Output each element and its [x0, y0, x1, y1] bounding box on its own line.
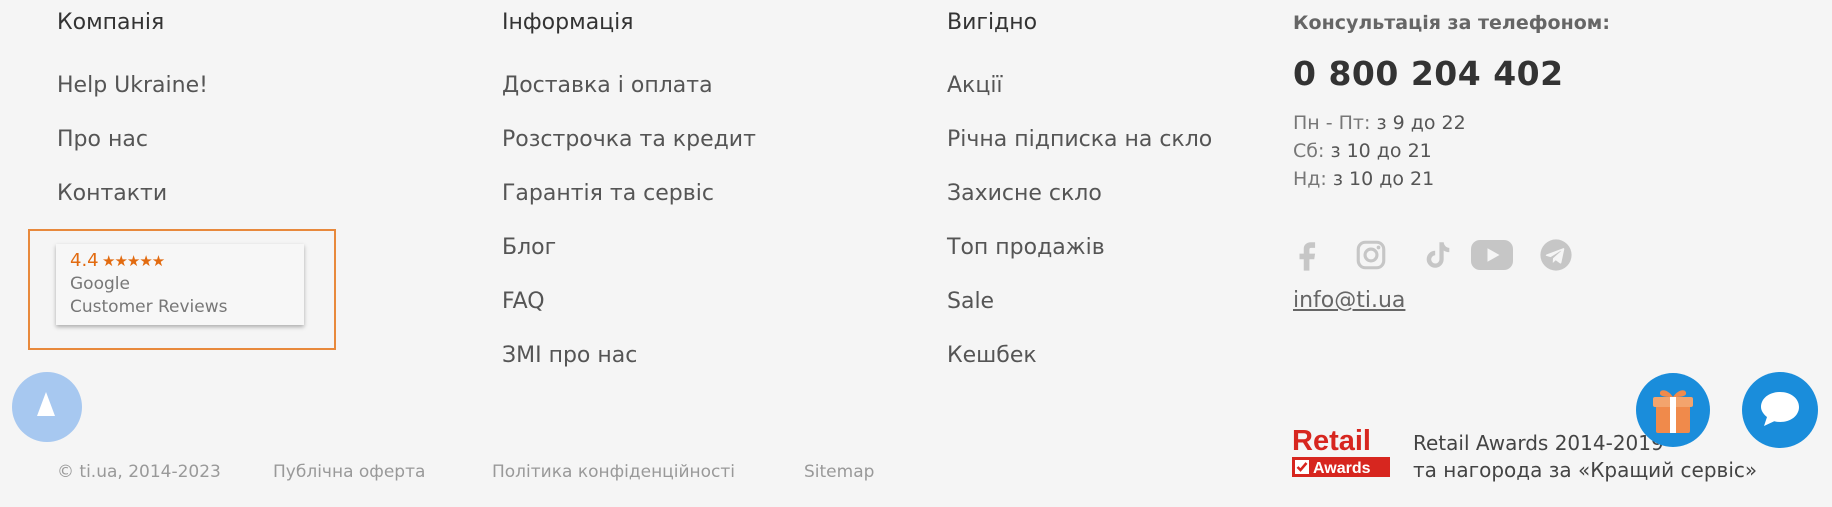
link-protective-glass[interactable]: Захисне скло [947, 181, 1212, 206]
retail-awards-logo: Retail Awards [1292, 424, 1390, 479]
link-media[interactable]: ЗМІ про нас [502, 343, 756, 368]
link-sale[interactable]: Sale [947, 289, 1212, 314]
footer-column-benefit: Вигідно Акції Річна підписка на скло Зах… [947, 10, 1212, 397]
phone-consultation-title: Консультація за телефоном: [1293, 12, 1610, 34]
link-top-sales[interactable]: Топ продажів [947, 235, 1212, 260]
tiktok-icon[interactable] [1421, 238, 1455, 272]
company-title: Компанія [57, 10, 165, 35]
link-privacy-policy[interactable]: Політика конфіденційності [492, 462, 735, 482]
link-cashback[interactable]: Кешбек [947, 343, 1212, 368]
awards-logo-word: Awards [1313, 460, 1371, 477]
hours-sunday: Нд: з 10 до 21 [1293, 168, 1435, 190]
link-blog[interactable]: Блог [502, 235, 756, 260]
footer-contacts: Консультація за телефоном: 0 800 204 402… [1293, 12, 1713, 193]
youtube-icon[interactable] [1471, 238, 1513, 272]
google-customer-reviews-badge[interactable]: 4.4 ★★★★★ Google Customer Reviews [56, 244, 304, 325]
reviews-google-label: Google [70, 274, 130, 294]
telegram-icon[interactable] [1539, 238, 1573, 272]
email-link[interactable]: info@ti.ua [1293, 288, 1405, 313]
scroll-to-top-button[interactable] [12, 372, 82, 442]
hours-weekdays: Пн - Пт: з 9 до 22 [1293, 112, 1466, 134]
chat-bubble-icon [1761, 392, 1799, 426]
instagram-icon[interactable] [1354, 238, 1388, 272]
facebook-icon[interactable] [1291, 238, 1325, 272]
link-annual-subscription[interactable]: Річна підписка на скло [947, 127, 1212, 152]
link-help-ukraine[interactable]: Help Ukraine! [57, 73, 208, 98]
benefit-title: Вигідно [947, 10, 1038, 35]
footer-column-company: Компанія Help Ukraine! Про нас Контакти [57, 10, 208, 235]
hours-saturday: Сб: з 10 до 21 [1293, 140, 1432, 162]
link-about[interactable]: Про нас [57, 127, 208, 152]
phone-number[interactable]: 0 800 204 402 [1293, 54, 1713, 93]
link-faq[interactable]: FAQ [502, 289, 756, 314]
reviews-customer-label: Customer Reviews [70, 297, 228, 317]
link-public-offer[interactable]: Публічна оферта [273, 462, 425, 482]
link-delivery[interactable]: Доставка і оплата [502, 73, 756, 98]
link-promotions[interactable]: Акції [947, 73, 1212, 98]
working-hours: Пн - Пт: з 9 до 22 Сб: з 10 до 21 Нд: з … [1293, 109, 1713, 193]
chat-button[interactable] [1742, 372, 1818, 448]
copyright: © ti.ua, 2014-2023 [57, 462, 221, 482]
link-sitemap[interactable]: Sitemap [804, 462, 874, 482]
arrow-up-icon [37, 392, 55, 416]
review-rating: 4.4 [70, 250, 99, 271]
retail-awards-line2: та нагорода за «Кращий сервіс» [1413, 458, 1758, 482]
gift-icon [1653, 390, 1693, 433]
link-installments[interactable]: Розстрочка та кредит [502, 127, 756, 152]
retail-logo-word: Retail [1292, 425, 1371, 457]
link-warranty[interactable]: Гарантія та сервіс [502, 181, 756, 206]
gift-button[interactable] [1636, 373, 1710, 447]
link-contacts[interactable]: Контакти [57, 181, 208, 206]
info-title: Інформація [502, 10, 634, 35]
footer-column-info: Інформація Доставка і оплата Розстрочка … [502, 10, 756, 397]
rating-stars-icon: ★★★★★ [102, 252, 165, 270]
